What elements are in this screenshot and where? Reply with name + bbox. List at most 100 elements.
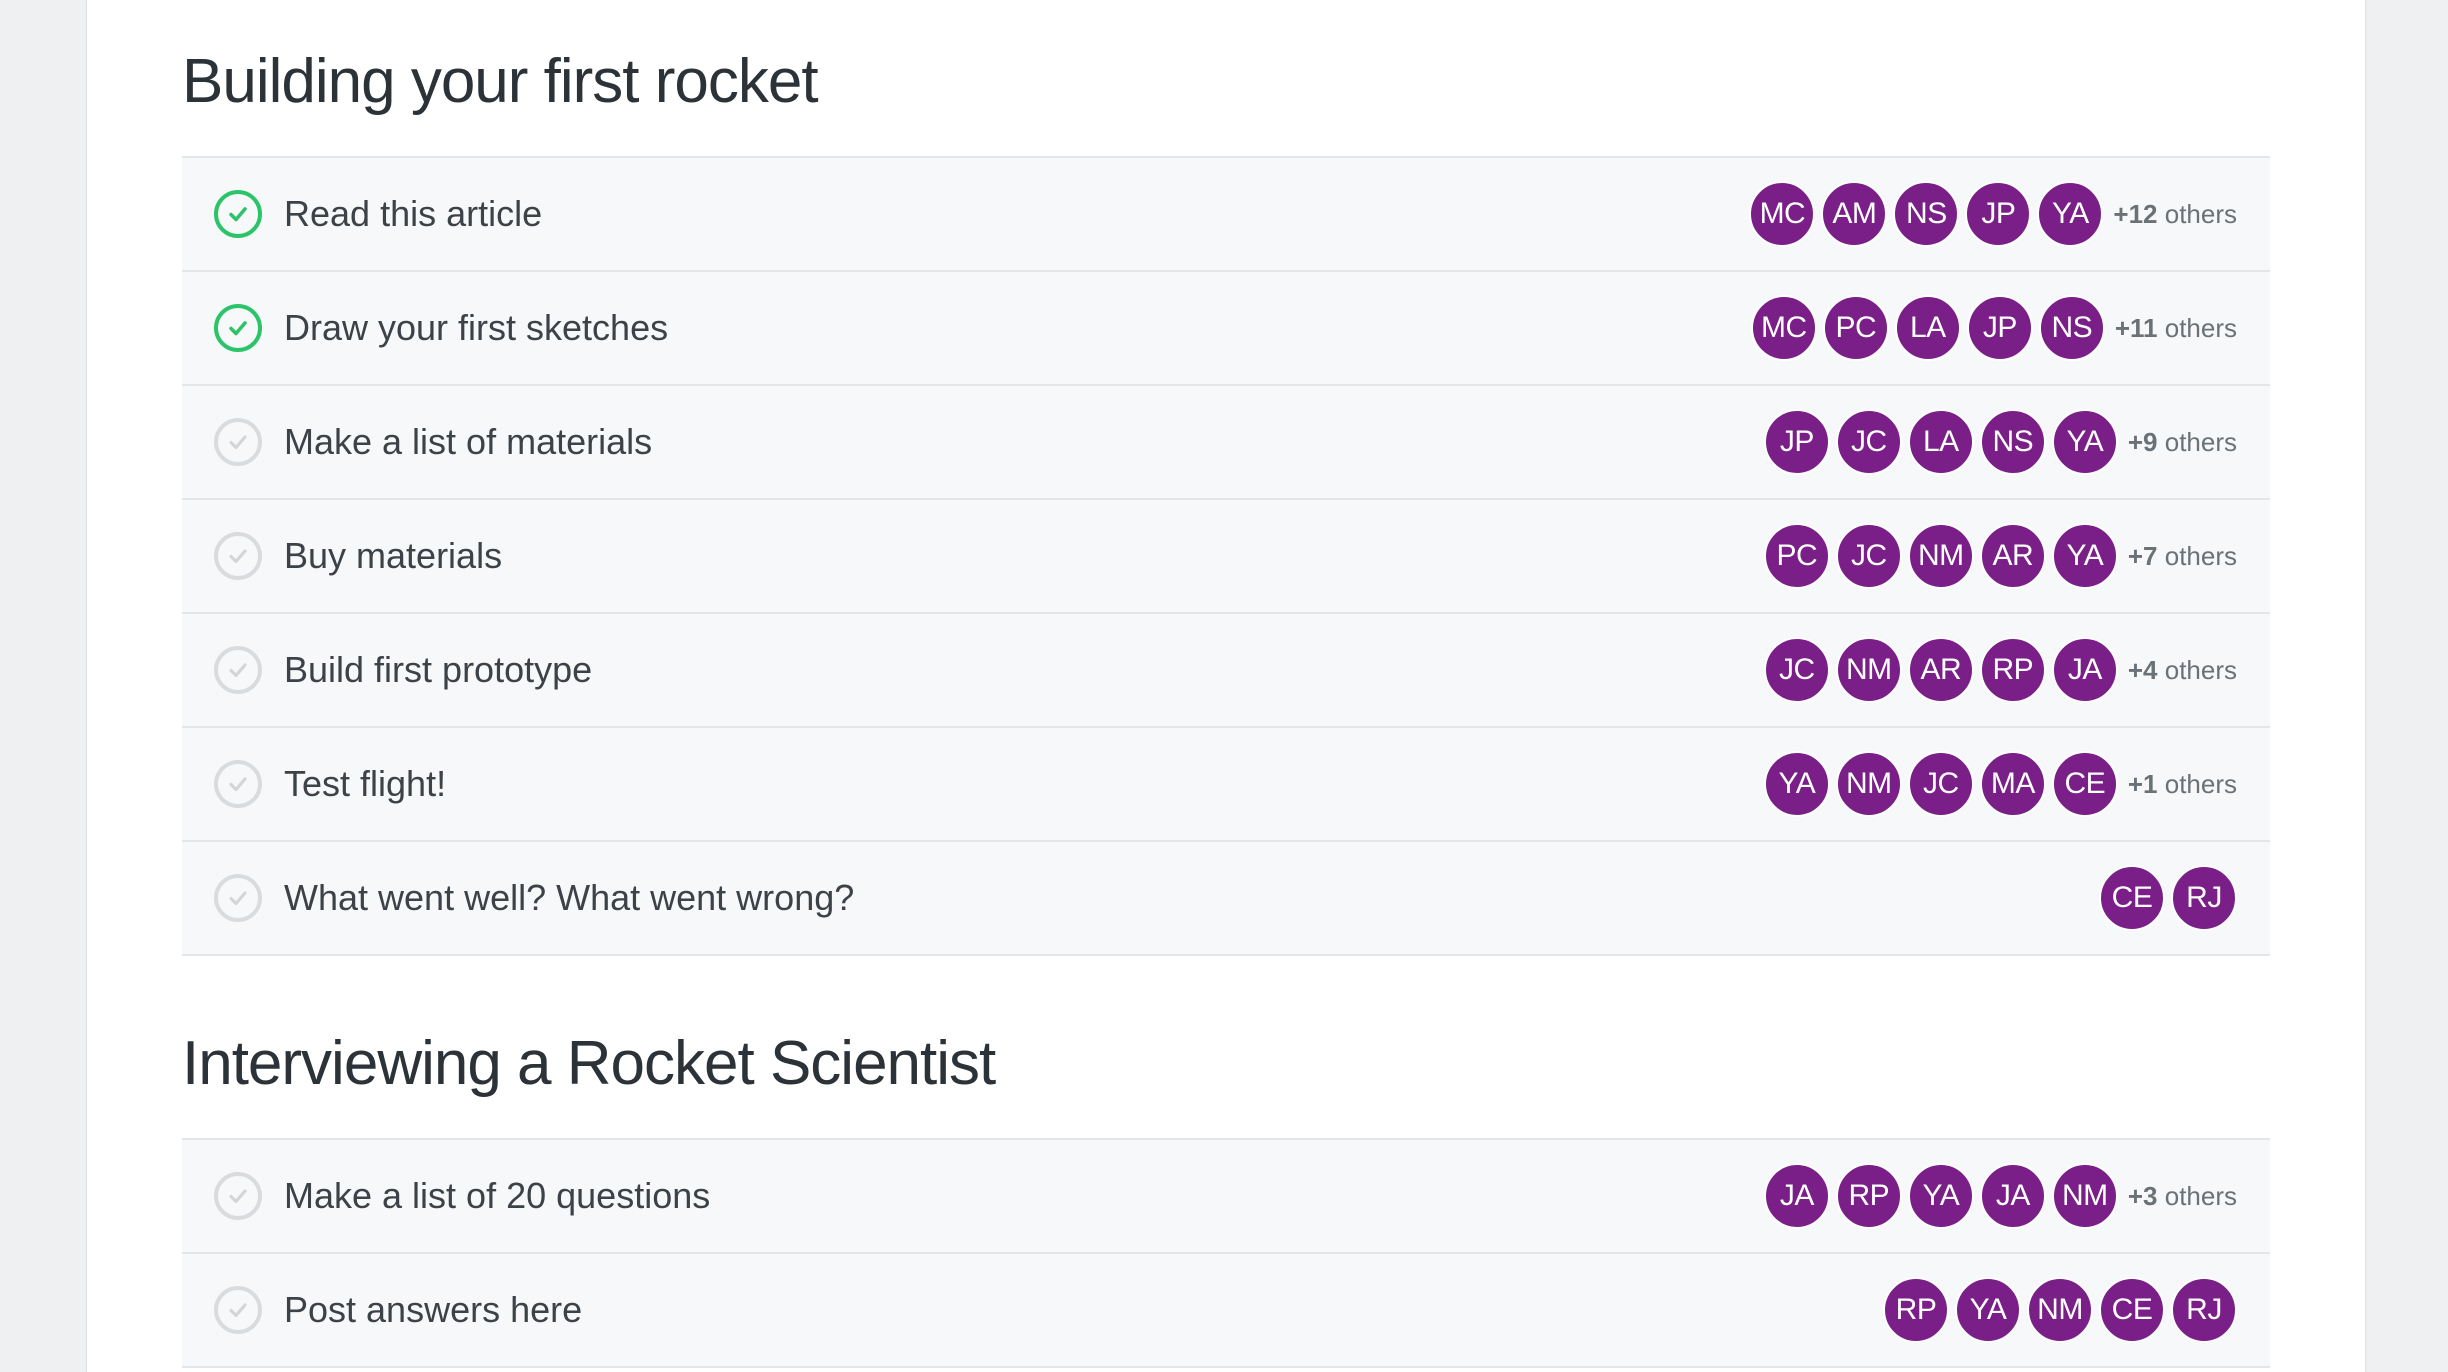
avatar[interactable]: CE bbox=[2051, 751, 2118, 817]
avatar[interactable]: MA bbox=[1979, 751, 2046, 817]
avatar[interactable]: JP bbox=[1966, 295, 2033, 361]
section-title: Interviewing a Rocket Scientist bbox=[182, 1029, 996, 1098]
avatar[interactable]: MC bbox=[1749, 181, 1816, 247]
avatar[interactable]: YA bbox=[2051, 409, 2118, 475]
avatar[interactable]: RJ bbox=[2171, 1277, 2237, 1343]
task-label[interactable]: Make a list of materials bbox=[284, 421, 1758, 463]
task-row[interactable]: What went well? What went wrong? CE RJ bbox=[182, 842, 2270, 956]
avatar[interactable]: JC bbox=[1763, 637, 1830, 703]
section-building-rocket: Building your first rocket Read this art… bbox=[182, 8, 2270, 956]
avatar[interactable]: JA bbox=[2051, 637, 2118, 703]
others-count: +11 bbox=[2114, 312, 2158, 343]
avatar[interactable]: AR bbox=[1979, 523, 2046, 589]
participant-avatars: CE RJ bbox=[2093, 865, 2237, 931]
task-label[interactable]: Build first prototype bbox=[284, 649, 1758, 691]
others-text: others bbox=[2164, 312, 2237, 343]
participant-avatars: JA RP YA JA NM +3 others bbox=[1758, 1163, 2237, 1229]
avatar[interactable]: RP bbox=[1835, 1163, 1902, 1229]
empty-check-circle-icon[interactable] bbox=[214, 1172, 262, 1220]
others-count-link[interactable]: +3 others bbox=[2128, 1181, 2237, 1212]
avatar[interactable]: PC bbox=[1763, 523, 1830, 589]
empty-check-circle-icon[interactable] bbox=[214, 760, 262, 808]
task-row[interactable]: Post answers here RP YA NM CE RJ bbox=[182, 1254, 2270, 1368]
avatar[interactable]: JC bbox=[1907, 751, 1974, 817]
participant-avatars: JP JC LA NS YA +9 others bbox=[1758, 409, 2237, 475]
empty-check-circle-icon[interactable] bbox=[214, 532, 262, 580]
avatar[interactable]: YA bbox=[1763, 751, 1830, 817]
participant-avatars: MC PC LA JP NS +11 others bbox=[1745, 295, 2237, 361]
others-count-link[interactable]: +9 others bbox=[2128, 427, 2237, 458]
task-row[interactable]: Test flight! YA NM JC MA CE +1 others bbox=[182, 728, 2270, 842]
section-interviewing-scientist: Interviewing a Rocket Scientist Make a l… bbox=[182, 990, 2270, 1368]
task-label[interactable]: Read this article bbox=[284, 193, 1743, 235]
empty-check-circle-icon[interactable] bbox=[214, 418, 262, 466]
avatar[interactable]: NM bbox=[1907, 523, 1974, 589]
others-count: +9 bbox=[2127, 426, 2158, 457]
content-card: Building your first rocket Read this art… bbox=[86, 0, 2366, 1372]
avatar[interactable]: RJ bbox=[2171, 865, 2237, 931]
others-count-link[interactable]: +1 others bbox=[2128, 769, 2237, 800]
avatar[interactable]: JA bbox=[1979, 1163, 2046, 1229]
task-label[interactable]: Buy materials bbox=[284, 535, 1758, 577]
others-text: others bbox=[2164, 426, 2237, 457]
avatar[interactable]: PC bbox=[1822, 295, 1889, 361]
avatar[interactable]: YA bbox=[2037, 181, 2104, 247]
task-label[interactable]: Draw your first sketches bbox=[284, 307, 1745, 349]
participant-avatars: RP YA NM CE RJ bbox=[1877, 1277, 2237, 1343]
empty-check-circle-icon[interactable] bbox=[214, 874, 262, 922]
others-count: +4 bbox=[2127, 654, 2158, 685]
avatar[interactable]: NM bbox=[2051, 1163, 2118, 1229]
task-row[interactable]: Buy materials PC JC NM AR YA +7 others bbox=[182, 500, 2270, 614]
task-row[interactable]: Build first prototype JC NM AR RP JA +4 others bbox=[182, 614, 2270, 728]
check-circle-icon[interactable] bbox=[214, 304, 262, 352]
avatar[interactable]: NS bbox=[1979, 409, 2046, 475]
avatar[interactable]: NM bbox=[1835, 751, 1902, 817]
avatar[interactable]: NM bbox=[1835, 637, 1902, 703]
task-row[interactable]: Read this article MC AM NS JP YA +12 others bbox=[182, 158, 2270, 272]
avatar[interactable]: AR bbox=[1907, 637, 1974, 703]
avatar[interactable]: NS bbox=[2038, 295, 2105, 361]
others-count: +1 bbox=[2127, 768, 2158, 799]
avatar[interactable]: JC bbox=[1835, 409, 1902, 475]
avatar[interactable]: CE bbox=[2099, 1277, 2165, 1343]
participant-avatars: YA NM JC MA CE +1 others bbox=[1758, 751, 2237, 817]
task-label[interactable]: Post answers here bbox=[284, 1289, 1877, 1331]
others-count-link[interactable]: +7 others bbox=[2128, 541, 2237, 572]
avatar[interactable]: NS bbox=[1893, 181, 1960, 247]
avatar[interactable]: MC bbox=[1750, 295, 1817, 361]
task-label[interactable]: Test flight! bbox=[284, 763, 1758, 805]
section-title: Building your first rocket bbox=[182, 47, 819, 116]
task-row[interactable]: Draw your first sketches MC PC LA JP NS +11 ot… bbox=[182, 272, 2270, 386]
avatar[interactable]: YA bbox=[1907, 1163, 1974, 1229]
task-list: Make a list of 20 questions JA RP YA JA NM +3 … bbox=[182, 1138, 2270, 1368]
others-text: others bbox=[2164, 540, 2237, 571]
avatar[interactable]: RP bbox=[1883, 1277, 1949, 1343]
avatar[interactable]: LA bbox=[1894, 295, 1961, 361]
avatar[interactable]: JP bbox=[1763, 409, 1830, 475]
others-count-link[interactable]: +4 others bbox=[2128, 655, 2237, 686]
task-label[interactable]: Make a list of 20 questions bbox=[284, 1175, 1758, 1217]
avatar[interactable]: JA bbox=[1763, 1163, 1830, 1229]
avatar[interactable]: LA bbox=[1907, 409, 1974, 475]
task-row[interactable]: Make a list of materials JP JC LA NS YA +9 oth… bbox=[182, 386, 2270, 500]
avatar[interactable]: JC bbox=[1835, 523, 1902, 589]
others-text: others bbox=[2164, 654, 2237, 685]
avatar[interactable]: YA bbox=[2051, 523, 2118, 589]
avatar[interactable]: CE bbox=[2099, 865, 2165, 931]
avatar[interactable]: YA bbox=[1955, 1277, 2021, 1343]
task-row[interactable]: Make a list of 20 questions JA RP YA JA NM +3 … bbox=[182, 1140, 2270, 1254]
avatar[interactable]: AM bbox=[1821, 181, 1888, 247]
others-text: others bbox=[2164, 1180, 2237, 1211]
empty-check-circle-icon[interactable] bbox=[214, 1286, 262, 1334]
others-count-link[interactable]: +11 others bbox=[2115, 313, 2237, 344]
check-circle-icon[interactable] bbox=[214, 190, 262, 238]
others-text: others bbox=[2164, 768, 2237, 799]
others-count-link[interactable]: +12 others bbox=[2113, 199, 2237, 230]
task-label[interactable]: What went well? What went wrong? bbox=[284, 877, 2093, 919]
participant-avatars: PC JC NM AR YA +7 others bbox=[1758, 523, 2237, 589]
avatar[interactable]: NM bbox=[2027, 1277, 2093, 1343]
others-text: others bbox=[2164, 198, 2237, 229]
avatar[interactable]: RP bbox=[1979, 637, 2046, 703]
avatar[interactable]: JP bbox=[1965, 181, 2032, 247]
empty-check-circle-icon[interactable] bbox=[214, 646, 262, 694]
